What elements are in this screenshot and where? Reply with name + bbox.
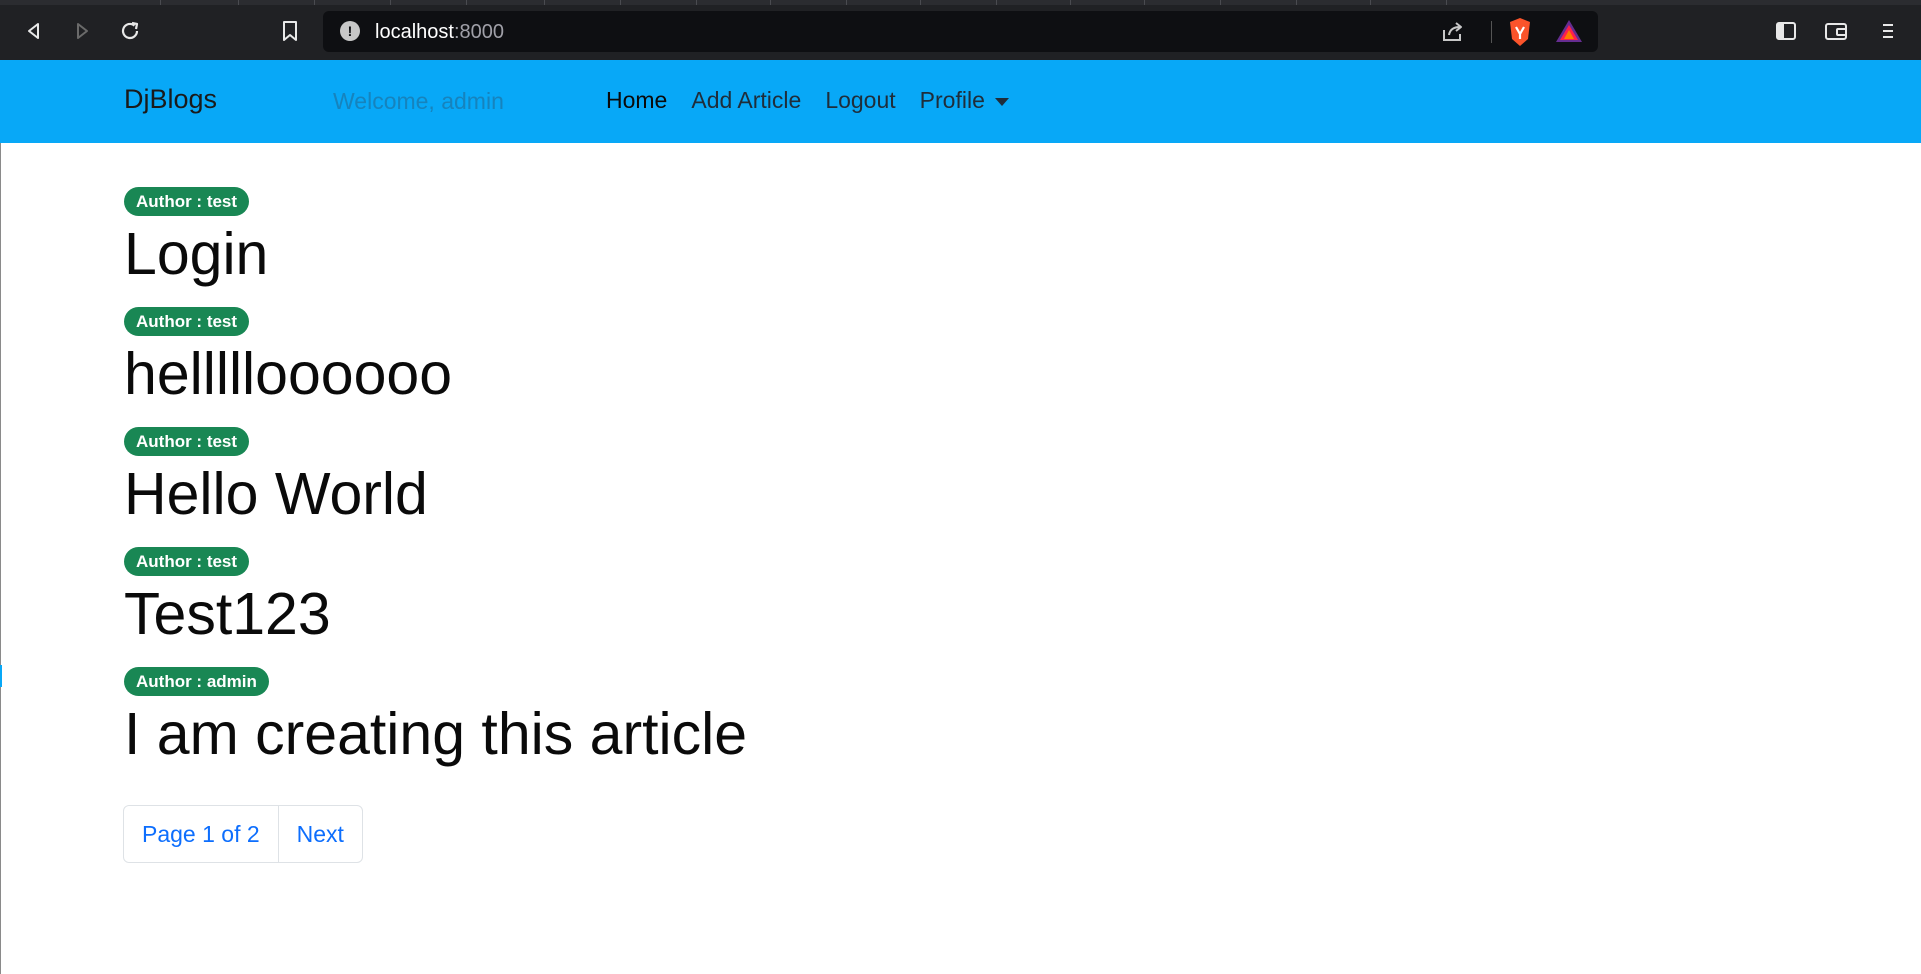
- page-info[interactable]: Page 1 of 2: [124, 806, 278, 862]
- site-navbar: DjBlogs Welcome, admin Home Add Article …: [0, 60, 1921, 143]
- article-title[interactable]: I am creating this article: [124, 701, 747, 767]
- window-edge-accent: [0, 665, 2, 687]
- next-page-button[interactable]: Next: [277, 806, 362, 862]
- author-badge: Author : admin: [124, 667, 269, 696]
- author-badge: Author : test: [124, 427, 250, 456]
- author-badge: Author : test: [124, 187, 250, 216]
- caret-down-icon: [994, 97, 1009, 106]
- nav-profile-dropdown[interactable]: Profile: [920, 87, 1009, 114]
- nav-add-article[interactable]: Add Article: [691, 87, 801, 114]
- welcome-text: Welcome, admin: [333, 88, 504, 114]
- reload-icon[interactable]: [110, 12, 150, 50]
- nav-home[interactable]: Home: [606, 87, 667, 114]
- site-info-icon[interactable]: !: [340, 21, 360, 41]
- tab-strip: [0, 0, 1921, 5]
- url-port: :8000: [453, 21, 504, 43]
- window-edge: [0, 143, 1, 974]
- bookmark-icon[interactable]: [270, 12, 310, 50]
- article-title[interactable]: Login: [124, 221, 268, 287]
- brave-rewards-icon[interactable]: [1555, 18, 1583, 49]
- back-icon[interactable]: [14, 12, 54, 50]
- pagination: Page 1 of 2 Next: [123, 805, 363, 863]
- author-badge: Author : test: [124, 547, 250, 576]
- brave-shield-icon[interactable]: [1507, 17, 1533, 52]
- divider: [1491, 21, 1492, 43]
- article-title[interactable]: Test123: [124, 581, 331, 647]
- nav-logout[interactable]: Logout: [825, 87, 895, 114]
- nav-links: Home Add Article Logout Profile: [606, 87, 1033, 114]
- article-title[interactable]: Hello World: [124, 461, 428, 527]
- sidebar-icon[interactable]: [1766, 12, 1806, 50]
- browser-toolbar: ! localhost:8000: [0, 0, 1921, 60]
- brand-link[interactable]: DjBlogs: [124, 84, 217, 115]
- url-text: localhost:8000: [375, 21, 504, 44]
- address-bar[interactable]: ! localhost:8000: [323, 11, 1598, 52]
- share-icon[interactable]: [1440, 19, 1466, 50]
- url-host: localhost: [375, 21, 454, 43]
- article-title[interactable]: hellllloooooo: [124, 341, 452, 407]
- author-badge: Author : test: [124, 307, 250, 336]
- nav-profile-label: Profile: [919, 87, 985, 113]
- wallet-icon[interactable]: [1816, 12, 1856, 50]
- menu-icon[interactable]: [1868, 12, 1908, 50]
- forward-icon[interactable]: [62, 12, 102, 50]
